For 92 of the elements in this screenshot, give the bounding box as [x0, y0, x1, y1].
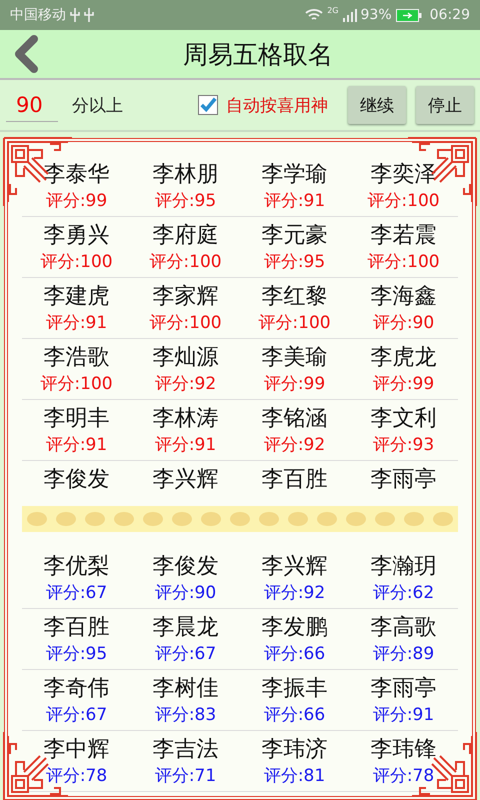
score-text: 评分:99 — [372, 373, 434, 395]
usb-icon — [84, 7, 94, 23]
name-text: 李优梨 — [44, 553, 110, 581]
name-text: 李铭涵 — [262, 405, 328, 433]
name-text: 李玮济 — [262, 736, 328, 764]
name-text: 李奕泽 — [370, 161, 436, 189]
score-text: 评分:91 — [264, 190, 326, 212]
wifi-icon — [305, 8, 324, 22]
score-text: 评分:67 — [46, 582, 108, 604]
name-text: 李雨亭 — [370, 675, 436, 703]
score-text: 评分:89 — [372, 643, 434, 665]
score-text: 评分:83 — [154, 704, 216, 726]
score-text: 评分:71 — [154, 765, 216, 787]
score-text: 评分:90 — [372, 312, 434, 334]
score-text: 评分:90 — [154, 582, 216, 604]
name-text: 李若震 — [370, 222, 436, 250]
name-text: 李发鹏 — [262, 614, 328, 642]
score-text: 评分:100 — [149, 312, 222, 334]
score-text: 评分:99 — [46, 190, 108, 212]
score-text: 评分:100 — [367, 190, 440, 212]
score-text: 评分:91 — [46, 434, 108, 456]
stop-button[interactable]: 停止 — [416, 86, 474, 124]
score-text: 评分:78 — [46, 765, 108, 787]
threshold-label: 分以上 — [72, 94, 123, 116]
name-text: 李灿源 — [152, 344, 218, 372]
name-text: 李俊发 — [152, 553, 218, 581]
name-text: 李勇兴 — [44, 222, 110, 250]
score-text: 评分:91 — [154, 434, 216, 456]
score-text: 评分:92 — [154, 373, 216, 395]
score-text: 评分:67 — [154, 643, 216, 665]
name-text: 李振丰 — [262, 675, 328, 703]
network-type: 2G — [327, 6, 339, 15]
battery-percent: 93% — [360, 7, 392, 23]
clock-time: 06:29 — [430, 7, 470, 23]
name-text: 李林朋 — [152, 161, 218, 189]
screen-title: 周易五格取名 — [182, 38, 334, 70]
score-text: 评分:100 — [367, 251, 440, 273]
auto-option-label: 自动按喜用神 — [226, 94, 328, 116]
name-text: 李浩歌 — [44, 344, 110, 372]
name-text: 李树佳 — [152, 675, 218, 703]
score-text: 评分:99 — [264, 373, 326, 395]
name-text: 李海鑫 — [370, 283, 436, 311]
name-text: 李百胜 — [262, 466, 328, 494]
name-text: 李瀚玥 — [370, 553, 436, 581]
score-text: 评分:81 — [264, 765, 326, 787]
name-text: 李高歌 — [370, 614, 436, 642]
score-text: 评分:100 — [149, 251, 222, 273]
name-text: 李吉法 — [152, 736, 218, 764]
score-text: 评分:100 — [258, 312, 331, 334]
name-text: 李晨龙 — [152, 614, 218, 642]
name-text: 李俊发 — [44, 466, 110, 494]
name-text: 李兴辉 — [152, 466, 218, 494]
continue-button[interactable]: 继续 — [348, 86, 406, 124]
score-text: 评分:78 — [372, 765, 434, 787]
name-text: 李百胜 — [44, 614, 110, 642]
score-text: 评分:91 — [372, 704, 434, 726]
name-text: 李泰华 — [44, 161, 110, 189]
name-text: 李美瑜 — [262, 344, 328, 372]
name-text: 李元豪 — [262, 222, 328, 250]
score-text: 评分:95 — [46, 643, 108, 665]
score-text: 评分:95 — [264, 251, 326, 273]
name-text: 李奇伟 — [44, 675, 110, 703]
name-text: 李兴辉 — [262, 553, 328, 581]
score-text: 评分:93 — [372, 434, 434, 456]
signal-icon — [342, 8, 357, 22]
name-text: 李学瑜 — [262, 161, 328, 189]
score-text: 评分:92 — [264, 582, 326, 604]
usb-icon — [70, 7, 80, 23]
score-text: 评分:92 — [264, 434, 326, 456]
carrier-name: 中国移动 — [10, 6, 66, 24]
score-text: 评分:62 — [372, 582, 434, 604]
score-text: 评分:66 — [264, 643, 326, 665]
score-threshold-field[interactable]: 90 — [6, 88, 58, 122]
name-text: 李玮锋 — [370, 736, 436, 764]
auto-checkbox[interactable] — [198, 95, 218, 115]
name-text: 李虎龙 — [370, 344, 436, 372]
score-text: 评分:91 — [46, 312, 108, 334]
name-text: 李雨亭 — [370, 466, 436, 494]
score-text: 评分:100 — [40, 373, 113, 395]
name-text: 李府庭 — [152, 222, 218, 250]
name-text: 李中辉 — [44, 736, 110, 764]
score-text: 评分:100 — [40, 251, 113, 273]
score-text: 评分:95 — [154, 190, 216, 212]
name-text: 李红黎 — [262, 283, 328, 311]
battery-icon — [396, 8, 422, 22]
score-text: 评分:66 — [264, 704, 326, 726]
name-text: 李文利 — [370, 405, 436, 433]
name-text: 李林涛 — [152, 405, 218, 433]
name-text: 李家辉 — [152, 283, 218, 311]
name-text: 李建虎 — [44, 283, 110, 311]
score-text: 评分:67 — [46, 704, 108, 726]
name-text: 李明丰 — [44, 405, 110, 433]
